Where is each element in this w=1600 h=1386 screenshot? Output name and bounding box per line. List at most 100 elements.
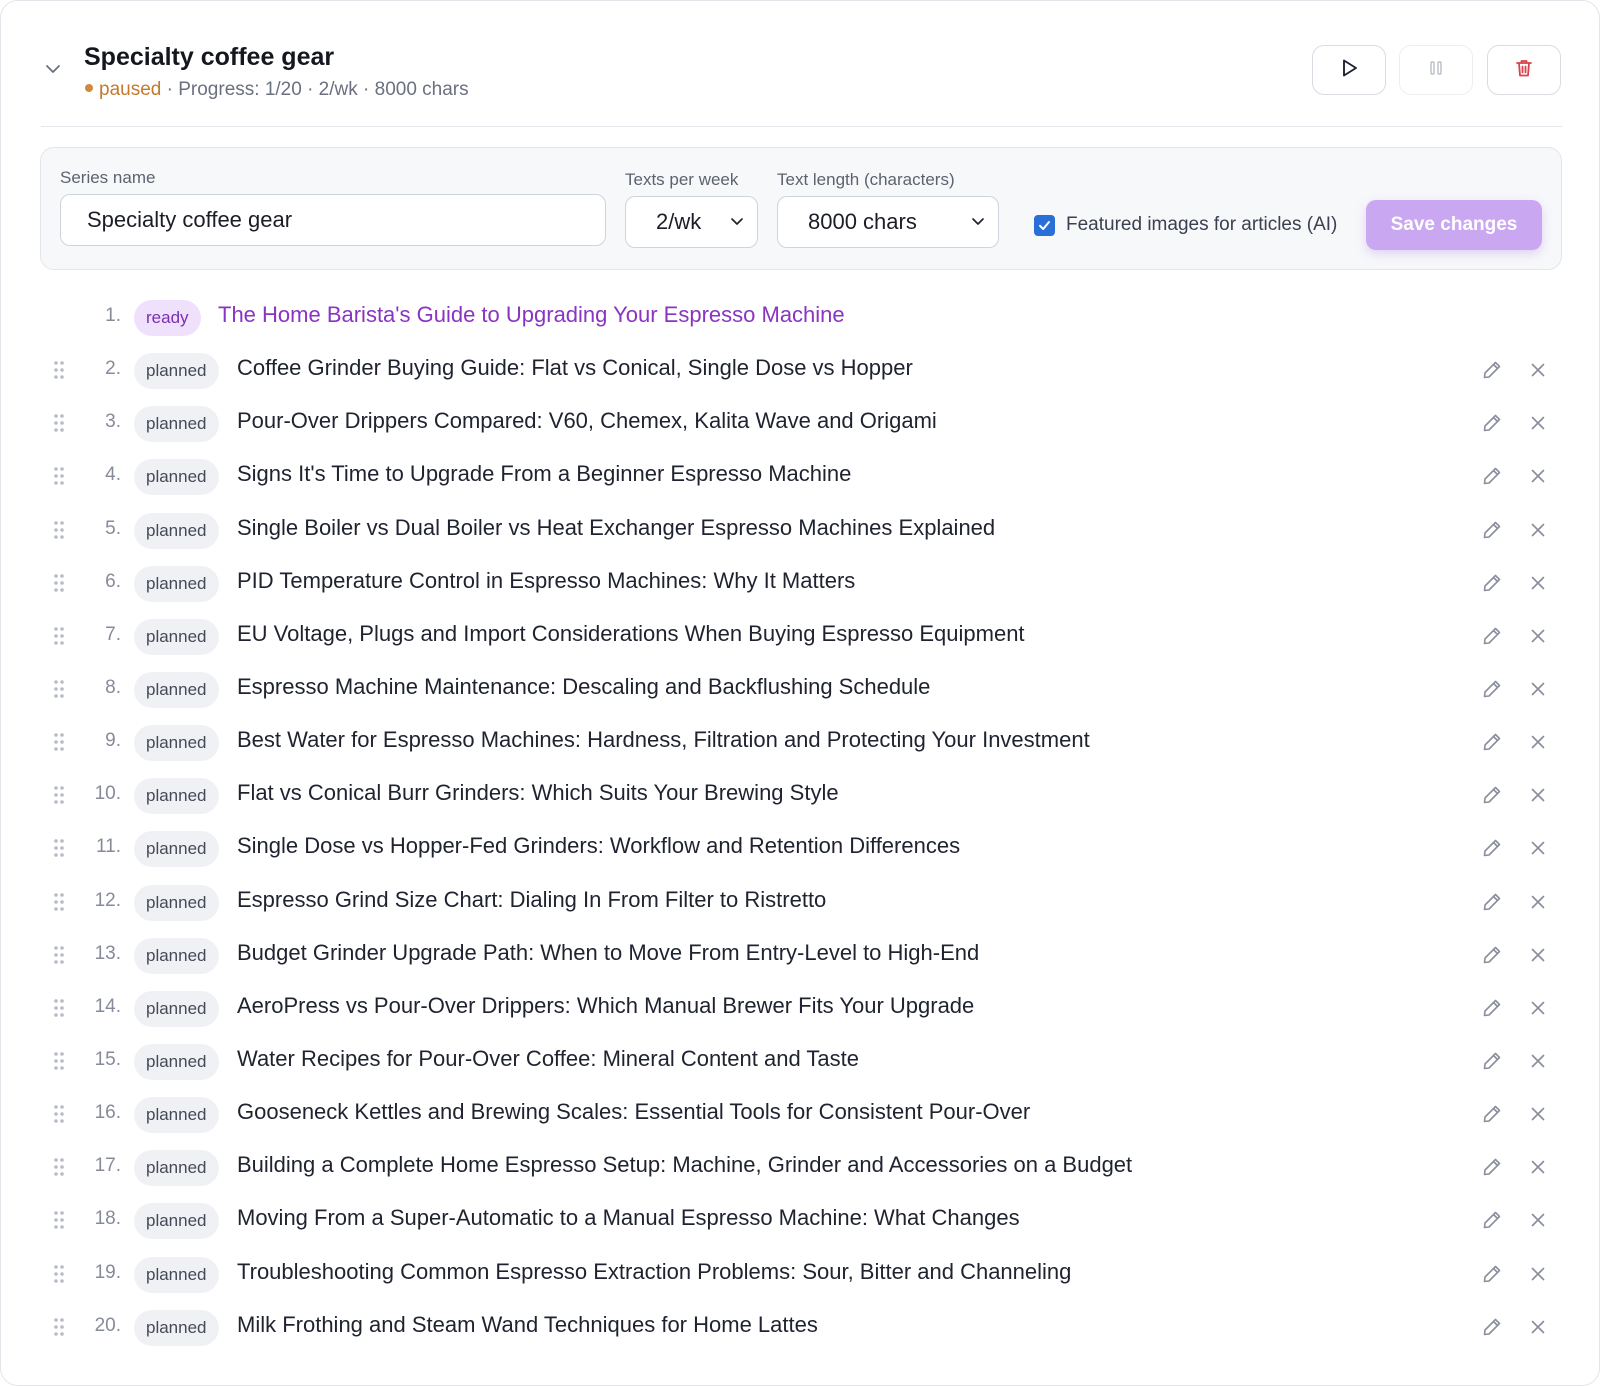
drag-handle-icon[interactable] [52,678,66,700]
status-badge: planned [134,1309,219,1346]
item-title: Water Recipes for Pour-Over Coffee: Mine… [237,1045,859,1071]
drag-handle-icon[interactable] [52,1209,66,1231]
remove-close-icon[interactable] [1526,943,1550,967]
remove-close-icon[interactable] [1526,1315,1550,1339]
drag-handle-icon[interactable] [52,465,66,487]
remove-close-icon[interactable] [1526,464,1550,488]
remove-close-icon[interactable] [1526,730,1550,754]
text-length-value: 8000 chars [808,209,917,234]
item-title: AeroPress vs Pour-Over Drippers: Which M… [237,992,975,1018]
featured-images-checkbox[interactable]: Featured images for articles (AI) [1034,214,1337,236]
status-badge: planned [134,406,219,443]
edit-pencil-icon[interactable] [1480,890,1504,914]
article-list: 1. ready The Home Barista's Guide to Upgra… [1,291,1600,1354]
item-number: 9. [105,730,121,752]
list-item: 1. ready The Home Barista's Guide to Upgra… [1,291,1600,344]
drag-handle-icon[interactable] [52,891,66,913]
status-badge: planned [134,778,219,815]
remove-close-icon[interactable] [1526,1208,1550,1232]
remove-close-icon[interactable] [1526,571,1550,595]
pause-button[interactable] [1399,45,1473,95]
drag-handle-icon[interactable] [52,1316,66,1338]
status-badge: planned [134,1203,219,1240]
drag-handle-icon[interactable] [52,625,66,647]
edit-pencil-icon[interactable] [1480,358,1504,382]
drag-handle-icon[interactable] [52,1050,66,1072]
edit-pencil-icon[interactable] [1480,677,1504,701]
item-number: 17. [94,1155,121,1177]
drag-handle-icon[interactable] [52,1156,66,1178]
item-number: 12. [94,889,121,911]
delete-series-button[interactable] [1487,45,1561,95]
series-header: Specialty coffee gear paused · Progress:… [41,37,1562,127]
item-number: 5. [105,517,121,539]
edit-pencil-icon[interactable] [1480,1155,1504,1179]
drag-handle-icon[interactable] [52,731,66,753]
edit-pencil-icon[interactable] [1480,996,1504,1020]
checkbox-checked-icon [1034,214,1055,236]
edit-pencil-icon[interactable] [1480,1049,1504,1073]
edit-pencil-icon[interactable] [1480,1315,1504,1339]
item-number: 16. [94,1102,121,1124]
remove-close-icon[interactable] [1526,996,1550,1020]
save-changes-button[interactable]: Save changes [1366,200,1542,250]
texts-per-week-select[interactable]: 2/wk [625,196,758,248]
item-title: Single Dose vs Hopper-Fed Grinders: Work… [237,833,961,859]
remove-close-icon[interactable] [1526,677,1550,701]
drag-handle-icon[interactable] [52,997,66,1019]
text-length-select[interactable]: 8000 chars [777,196,999,248]
texts-per-week-value: 2/wk [656,209,702,234]
drag-handle-icon[interactable] [52,1103,66,1125]
list-item: 6. planned PID Temperature Control in Espr… [1,557,1600,610]
chevron-down-icon[interactable] [41,57,65,81]
drag-handle-icon[interactable] [52,359,66,381]
remove-close-icon[interactable] [1526,411,1550,435]
list-item: 3. planned Pour-Over Drippers Compared: V6… [1,397,1600,450]
chevron-down-icon [970,209,986,235]
list-item: 5. planned Single Boiler vs Dual Boiler vs… [1,504,1600,557]
status-badge: planned [134,618,219,655]
edit-pencil-icon[interactable] [1480,571,1504,595]
remove-close-icon[interactable] [1526,836,1550,860]
remove-close-icon[interactable] [1526,358,1550,382]
edit-pencil-icon[interactable] [1480,836,1504,860]
remove-close-icon[interactable] [1526,1262,1550,1286]
item-title[interactable]: The Home Barista's Guide to Upgrading Yo… [218,302,845,328]
edit-pencil-icon[interactable] [1480,783,1504,807]
item-title: Best Water for Espresso Machines: Hardne… [237,727,1090,753]
remove-close-icon[interactable] [1526,1155,1550,1179]
drag-handle-icon[interactable] [52,1263,66,1285]
pause-icon [1427,59,1445,82]
list-item: 10. planned Flat vs Conical Burr Grinders:… [1,769,1600,822]
edit-pencil-icon[interactable] [1480,1102,1504,1126]
remove-close-icon[interactable] [1526,518,1550,542]
edit-pencil-icon[interactable] [1480,464,1504,488]
edit-pencil-icon[interactable] [1480,1262,1504,1286]
edit-pencil-icon[interactable] [1480,943,1504,967]
remove-close-icon[interactable] [1526,890,1550,914]
item-title: Signs It's Time to Upgrade From a Beginn… [237,461,852,487]
drag-handle-icon[interactable] [52,572,66,594]
item-number: 1. [105,305,121,326]
remove-close-icon[interactable] [1526,624,1550,648]
status-badge: planned [134,937,219,974]
edit-pencil-icon[interactable] [1480,624,1504,648]
drag-handle-icon[interactable] [52,784,66,806]
drag-handle-icon[interactable] [52,944,66,966]
remove-close-icon[interactable] [1526,1102,1550,1126]
edit-pencil-icon[interactable] [1480,730,1504,754]
item-number: 10. [94,783,121,805]
edit-pencil-icon[interactable] [1480,518,1504,542]
remove-close-icon[interactable] [1526,1049,1550,1073]
edit-pencil-icon[interactable] [1480,1208,1504,1232]
edit-pencil-icon[interactable] [1480,411,1504,435]
remove-close-icon[interactable] [1526,783,1550,807]
play-button[interactable] [1312,45,1386,95]
drag-handle-icon[interactable] [52,412,66,434]
drag-handle-icon[interactable] [52,519,66,541]
status-badge: planned [134,831,219,868]
status-text: paused [99,79,162,100]
status-badge: planned [134,725,219,762]
series-name-input[interactable]: Specialty coffee gear [60,194,606,246]
drag-handle-icon[interactable] [52,837,66,859]
